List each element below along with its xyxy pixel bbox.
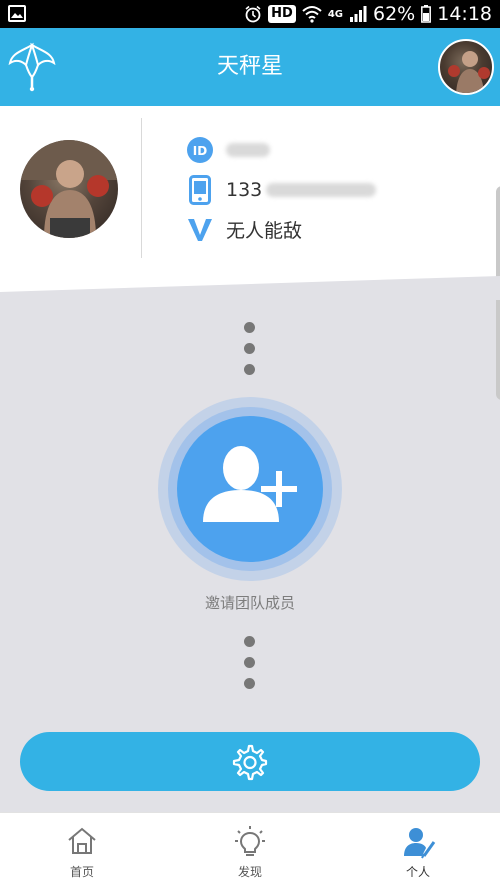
avatar-photo-icon xyxy=(20,140,118,238)
settings-button[interactable] xyxy=(20,732,480,791)
card-divider xyxy=(141,118,142,258)
nav-discover[interactable]: 发现 xyxy=(200,813,300,892)
dot xyxy=(244,636,255,647)
profile-avatar[interactable] xyxy=(20,140,118,238)
phone-masked xyxy=(266,183,377,197)
phone-row: 133 xyxy=(186,174,377,206)
bulb-icon xyxy=(235,826,265,856)
nav-home-label: 首页 xyxy=(69,865,94,879)
nav-profile-label: 个人 xyxy=(405,865,430,879)
dot xyxy=(244,343,255,354)
add-user-icon xyxy=(203,446,297,522)
home-icon xyxy=(68,827,96,854)
svg-text:ID: ID xyxy=(193,144,207,158)
main-area: 邀请团队成员 xyxy=(0,292,500,812)
id-masked xyxy=(226,143,270,157)
clock: 14:18 xyxy=(437,3,492,25)
role-label: 无人能敌 xyxy=(226,219,303,242)
nav-discover-label: 发现 xyxy=(237,865,262,879)
person-icon xyxy=(404,828,436,859)
id-icon: ID xyxy=(186,136,214,164)
header-avatar[interactable] xyxy=(438,39,494,95)
dot xyxy=(244,678,255,689)
invite-label: 邀请团队成员 xyxy=(204,594,295,612)
status-right: HD 4G 62% 14:18 xyxy=(244,0,492,28)
wifi-icon xyxy=(302,6,322,23)
id-row: ID xyxy=(186,134,270,166)
gear-icon xyxy=(232,744,268,781)
dot xyxy=(244,657,255,668)
bottom-nav: 首页 发现 个人 xyxy=(0,812,500,892)
status-bar: HD 4G 62% 14:18 xyxy=(0,0,500,28)
signal-icon xyxy=(350,6,367,22)
phone-icon xyxy=(186,175,214,205)
dots-bottom xyxy=(244,636,256,699)
battery-percent: 62% xyxy=(373,3,416,25)
hd-badge: HD xyxy=(268,5,296,23)
role-row: 无人能敌 xyxy=(186,213,302,245)
dot xyxy=(244,322,255,333)
gallery-icon xyxy=(8,5,26,22)
phone-prefix: 133 xyxy=(226,179,263,201)
nav-home[interactable]: 首页 xyxy=(32,813,132,892)
page-title: 天秤星 xyxy=(216,54,283,79)
battery-icon xyxy=(421,5,432,23)
invite-member-button[interactable] xyxy=(177,416,323,562)
network-type: 4G xyxy=(327,8,343,20)
app-header: 天秤星 xyxy=(0,28,500,106)
dots-top xyxy=(244,322,256,385)
v-icon xyxy=(186,215,214,243)
alarm-icon xyxy=(245,5,261,23)
nav-profile[interactable]: 个人 xyxy=(368,813,468,892)
dot xyxy=(244,364,255,375)
